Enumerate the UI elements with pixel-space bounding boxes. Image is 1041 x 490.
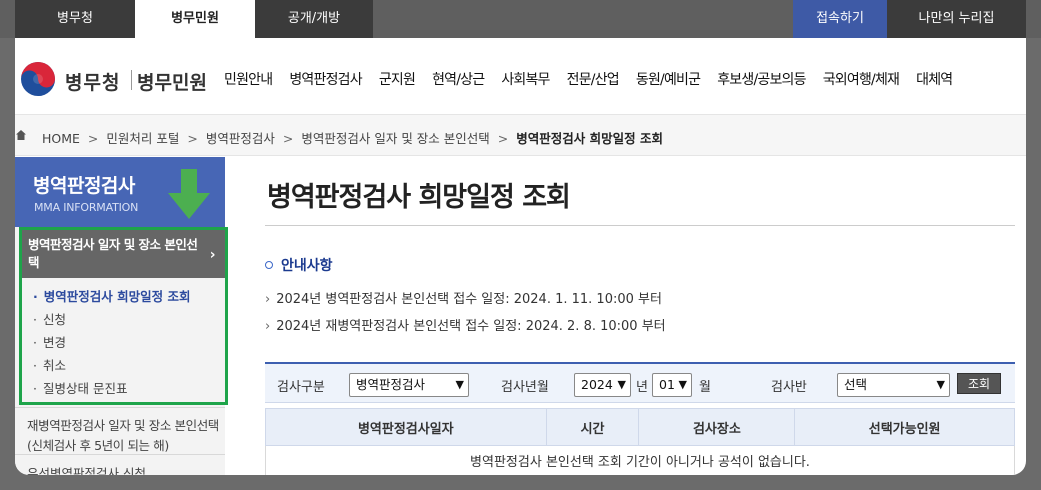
column-header-date: 병역판정검사일자 [265,408,547,446]
gnb-item[interactable]: 국외여행/체재 [823,69,900,89]
gnb-item[interactable]: 사회복무 [501,69,550,89]
divider [15,454,225,455]
green-down-arrow-icon [168,169,210,219]
main-content: 병역판정검사 희망일정 조회 안내사항 2024년 병역판정검사 본인선택 접수… [265,157,1025,475]
team-select-value: 선택 [844,377,868,392]
notice-line: 2024년 병역판정검사 본인선택 접수 일정: 2024. 1. 11. 10… [265,288,662,307]
breadcrumb-item[interactable]: 병역판정검사 일자 및 장소 본인선택 [301,131,489,146]
menu-re-examination[interactable]: 재병역판정검사 일자 및 장소 본인선택(신체검사 후 5년이 되는 해) [27,416,223,456]
breadcrumb-item[interactable]: 민원처리 포털 [106,131,179,146]
empty-message: 병역판정검사 본인선택 조회 기간이 아니거나 공석이 없습니다. [265,445,1015,475]
breadcrumb: HOME > 민원처리 포털 > 병역판정검사 > 병역판정검사 일자 및 장소 본인선택 >… [15,114,1026,156]
tab-open[interactable]: 공개/개방 [255,0,373,38]
year-select-value: 2024 [581,377,613,392]
notice-line: 2024년 재병역판정검사 본인선택 접수 일정: 2024. 2. 8. 10… [265,315,665,334]
gnb-item[interactable]: 민원안내 [224,69,273,89]
year-label: 검사년월 [501,380,549,395]
gnb-item[interactable]: 군지원 [379,69,416,89]
gnb-item[interactable]: 후보생/공보의등 [717,69,806,89]
breadcrumb-current: 병역판정검사 희망일정 조회 [516,131,663,146]
type-label: 검사구분 [277,380,325,395]
table-row: 병역판정검사 본인선택 조회 기간이 아니거나 공석이 없습니다. [265,445,1015,475]
tab-mma[interactable]: 병무청 [15,0,135,38]
tab-civil-service[interactable]: 병무민원 [135,0,255,38]
column-header-time: 시간 [545,408,640,446]
page-title: 병역판정검사 희망일정 조회 [267,182,571,213]
home-icon[interactable] [15,129,27,141]
column-header-capacity: 선택가능인원 [794,408,1015,446]
type-select-value: 병역판정검사 [356,377,426,392]
logo-separator [131,70,132,90]
gnb-item[interactable]: 현역/상근 [432,69,485,89]
column-header-place: 검사장소 [638,408,796,446]
search-bar: 검사구분 병역판정검사 ▼ 검사년월 2024 ▼ 년 01 ▼ 월 검사반 선… [265,362,1015,403]
year-unit: 년 [636,380,648,395]
team-select[interactable]: 선택 ▼ [837,373,950,397]
search-button[interactable]: 조회 [957,373,1001,394]
divider [15,407,225,408]
mma-emblem-icon [21,62,55,96]
month-select-value: 01 [659,377,675,392]
chevron-down-icon: ▼ [678,378,687,391]
guide-heading: 안내사항 [265,255,333,275]
chevron-down-icon: ▼ [455,378,464,391]
highlight-box [19,227,228,405]
site-logo[interactable]: 병무청 병무민원 [19,60,209,100]
year-select[interactable]: 2024 ▼ [574,373,631,397]
logo-service-text: 병무민원 [137,72,207,94]
gnb-item[interactable]: 대체역 [916,69,953,89]
login-button[interactable]: 접속하기 [793,0,887,38]
left-nav-header: 병역판정검사 MMA INFORMATION [15,157,225,227]
menu-priority-examination[interactable]: 우선병역판정검사 신청 [27,463,146,475]
global-nav: 민원안내 병역판정검사 군지원 현역/상근 사회복무 전문/산업 동원/예비군 … [224,69,969,89]
title-divider [265,225,1015,226]
guide-heading-text: 안내사항 [281,258,333,274]
type-select[interactable]: 병역판정검사 ▼ [349,373,469,397]
schedule-table: 병역판정검사일자 시간 검사장소 선택가능인원 병역판정검사 본인선택 조회 기… [265,408,1015,475]
my-page-button[interactable]: 나만의 누리집 [887,0,1026,38]
bullet-icon [265,261,273,269]
chevron-down-icon: ▼ [617,378,626,391]
logo-org-text: 병무청 [65,72,121,94]
gnb-item[interactable]: 동원/예비군 [636,69,701,89]
gnb-item[interactable]: 병역판정검사 [289,69,362,89]
breadcrumb-items: HOME > 민원처리 포털 > 병역판정검사 > 병역판정검사 일자 및 장소 본인선택 >… [42,131,663,146]
breadcrumb-item[interactable]: 병역판정검사 [206,131,275,146]
chevron-down-icon: ▼ [936,378,945,391]
left-nav-title: 병역판정검사 [33,175,135,197]
page-card: 병무청 병무민원 민원안내 병역판정검사 군지원 현역/상근 사회복무 전문/산… [15,38,1026,475]
team-label: 검사반 [771,380,807,395]
top-bar: 병무청 병무민원 공개/개방 접속하기 나만의 누리집 [0,0,1041,38]
breadcrumb-home[interactable]: HOME [42,131,80,146]
left-nav: 병역판정검사 MMA INFORMATION 병역판정검사 일자 및 장소 본인… [15,157,228,475]
month-unit: 월 [699,380,711,395]
gnb-item[interactable]: 전문/산업 [567,69,620,89]
left-nav-subtitle: MMA INFORMATION [34,201,139,214]
month-select[interactable]: 01 ▼ [652,373,692,397]
